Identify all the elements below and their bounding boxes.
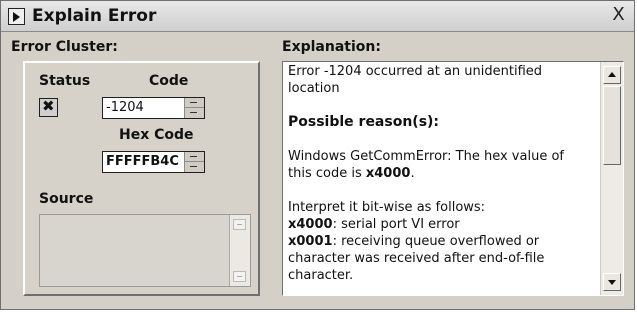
explanation-intro: Error -1204 occurred at an unidentified … — [288, 64, 543, 96]
hex-code-field[interactable]: FFFFFB4C — [102, 151, 205, 173]
scroll-down-icon[interactable] — [603, 273, 621, 291]
hex-value-highlight: x4000 — [365, 166, 411, 181]
error-x-icon: ✖ — [42, 97, 55, 115]
windows-commerror-text: Windows GetCommError: The hex value of t… — [288, 148, 589, 182]
windows-commerror-suffix: . — [410, 166, 415, 181]
title-bar: Explain Error X — [1, 1, 634, 32]
code-label: Code — [149, 73, 189, 89]
windows-commerror-prefix: Windows GetCommError: The hex value of t… — [288, 149, 564, 181]
decrement-icon[interactable] — [185, 108, 204, 118]
code-value: -1204 — [106, 100, 144, 115]
bit-0001-line: x0001: receiving queue overflowed or cha… — [288, 233, 589, 284]
scroll-down-icon[interactable] — [233, 271, 246, 282]
explanation-scrollbar[interactable] — [600, 62, 623, 295]
window-title: Explain Error — [32, 6, 157, 26]
increment-icon[interactable] — [185, 152, 204, 162]
play-icon — [8, 8, 25, 25]
source-scrollbar[interactable] — [229, 215, 250, 286]
explanation-text-area[interactable]: Error -1204 occurred at an unidentified … — [282, 61, 624, 296]
bit-4000-code: x4000 — [288, 217, 333, 232]
status-label: Status — [39, 73, 91, 89]
scroll-up-icon[interactable] — [603, 66, 621, 84]
hex-code-value: FFFFFB4C — [106, 154, 179, 169]
source-field[interactable] — [39, 214, 251, 287]
interpret-text: Interpret it bit-wise as follows: — [288, 200, 486, 215]
status-indicator: ✖ — [39, 97, 58, 117]
bit-4000-line: x4000: serial port VI error — [288, 216, 589, 233]
close-button[interactable]: X — [610, 5, 627, 25]
increment-icon[interactable] — [185, 98, 204, 108]
error-cluster-title: Error Cluster: — [11, 39, 118, 55]
scroll-up-icon[interactable] — [233, 219, 246, 230]
explain-error-window: Explain Error X Error Cluster: Explanati… — [0, 0, 635, 310]
code-stepper[interactable] — [184, 98, 204, 118]
explanation-content: Error -1204 occurred at an unidentified … — [288, 63, 589, 294]
decrement-icon[interactable] — [185, 162, 204, 172]
bit-0001-code: x0001 — [288, 234, 333, 249]
scroll-thumb[interactable] — [603, 86, 621, 165]
possible-reasons-heading: Possible reason(s): — [288, 114, 440, 130]
bit-4000-description: : serial port VI error — [332, 217, 460, 232]
code-field[interactable]: -1204 — [102, 97, 205, 119]
hex-code-label: Hex Code — [119, 127, 194, 143]
source-label: Source — [39, 191, 94, 207]
explanation-title: Explanation: — [282, 39, 381, 55]
hex-code-stepper[interactable] — [184, 152, 204, 172]
